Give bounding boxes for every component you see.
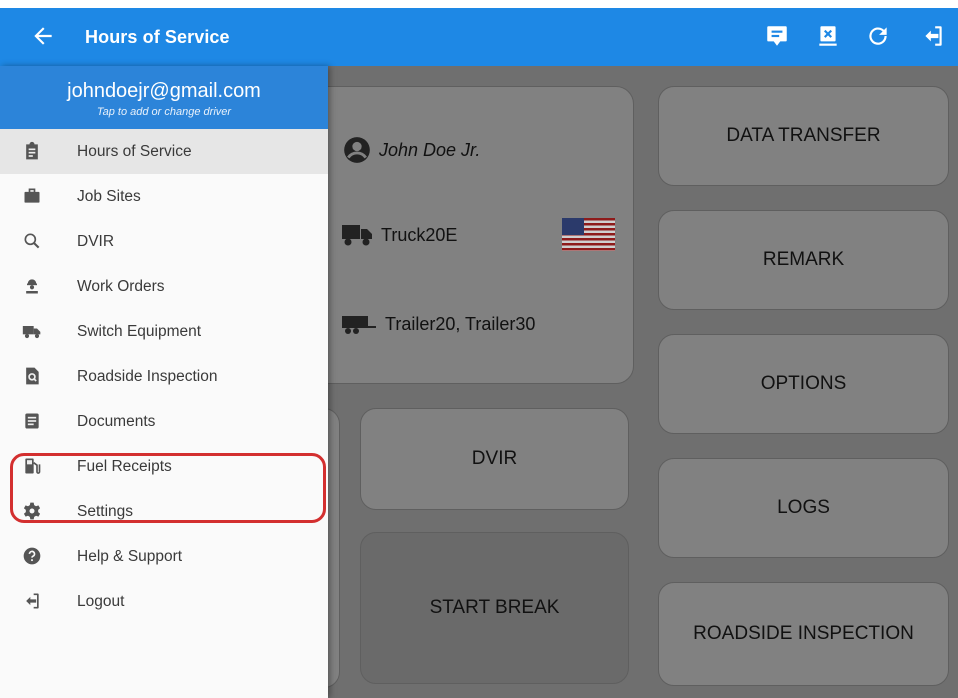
menu-item-job-sites[interactable]: Job Sites (0, 174, 328, 219)
menu-item-work-orders[interactable]: Work Orders (0, 264, 328, 309)
fuel-icon (22, 456, 42, 476)
user-icon (344, 137, 370, 163)
menu-item-fuel-receipts[interactable]: Fuel Receipts (0, 444, 328, 489)
drawer-header[interactable]: johndoejr@gmail.com Tap to add or change… (0, 66, 328, 129)
menu-item-label: Job Sites (77, 188, 141, 205)
menu-item-settings[interactable]: Settings (0, 489, 328, 534)
inspection-icon (22, 366, 42, 386)
menu-item-help-support[interactable]: Help & Support (0, 534, 328, 579)
vehicle-name: Truck20E (381, 224, 458, 245)
menu-item-documents[interactable]: Documents (0, 399, 328, 444)
roadside-inspection-button[interactable]: ROADSIDE INSPECTION (658, 582, 949, 686)
back-arrow-icon[interactable] (30, 23, 56, 49)
menu-item-label: DVIR (77, 233, 115, 250)
change-driver-hint: Tap to add or change driver (96, 106, 232, 118)
logout-icon (22, 591, 42, 611)
menu-item-label: Help & Support (77, 548, 183, 565)
document-icon (22, 411, 42, 431)
help-icon (22, 546, 42, 566)
menu-item-logout[interactable]: Logout (0, 579, 328, 624)
menu-item-label: Documents (77, 413, 156, 430)
menu-item-label: Roadside Inspection (77, 368, 218, 385)
data-transfer-button[interactable]: DATA TRANSFER (658, 86, 949, 186)
menu-item-label: Settings (77, 503, 134, 520)
menu-item-label: Logout (77, 593, 125, 610)
trailer-icon (342, 316, 376, 334)
menu-item-label: Fuel Receipts (77, 458, 172, 475)
app-bar: Hours of Service (0, 8, 958, 66)
start-break-button[interactable]: START BREAK (360, 532, 629, 684)
dvir-button[interactable]: DVIR (360, 408, 629, 510)
logout-icon[interactable] (918, 21, 948, 51)
menu-item-switch-equipment[interactable]: Switch Equipment (0, 309, 328, 354)
truck-icon (22, 321, 42, 341)
briefcase-icon (22, 186, 42, 206)
driver-name: John Doe Jr. (379, 139, 481, 160)
search-icon (22, 231, 42, 251)
message-icon[interactable] (762, 21, 792, 51)
us-flag-icon (562, 218, 615, 251)
options-button[interactable]: OPTIONS (658, 334, 949, 434)
menu-item-hours-of-service[interactable]: Hours of Service (0, 129, 328, 174)
gear-icon (22, 501, 42, 521)
menu-item-label: Work Orders (77, 278, 165, 295)
menu-item-roadside-inspection[interactable]: Roadside Inspection (0, 354, 328, 399)
menu-item-label: Hours of Service (77, 143, 192, 160)
logs-button[interactable]: LOGS (658, 458, 949, 558)
worker-icon (22, 276, 42, 296)
remark-button[interactable]: REMARK (658, 210, 949, 310)
vehicle-row: Truck20E (341, 222, 457, 248)
menu-item-label: Switch Equipment (77, 323, 202, 340)
driver-row: John Doe Jr. (343, 136, 480, 164)
trailer-row: Trailer20, Trailer30 (341, 311, 535, 337)
transfer-icon[interactable] (813, 21, 843, 51)
trailer-names: Trailer20, Trailer30 (385, 313, 536, 334)
page-title: Hours of Service (85, 27, 230, 47)
driver-email: johndoejr@gmail.com (67, 80, 261, 102)
refresh-icon[interactable] (863, 21, 893, 51)
menu-item-dvir[interactable]: DVIR (0, 219, 328, 264)
clipboard-icon (22, 141, 42, 161)
truck-icon (342, 225, 372, 246)
navigation-drawer: johndoejr@gmail.com Tap to add or change… (0, 66, 328, 698)
